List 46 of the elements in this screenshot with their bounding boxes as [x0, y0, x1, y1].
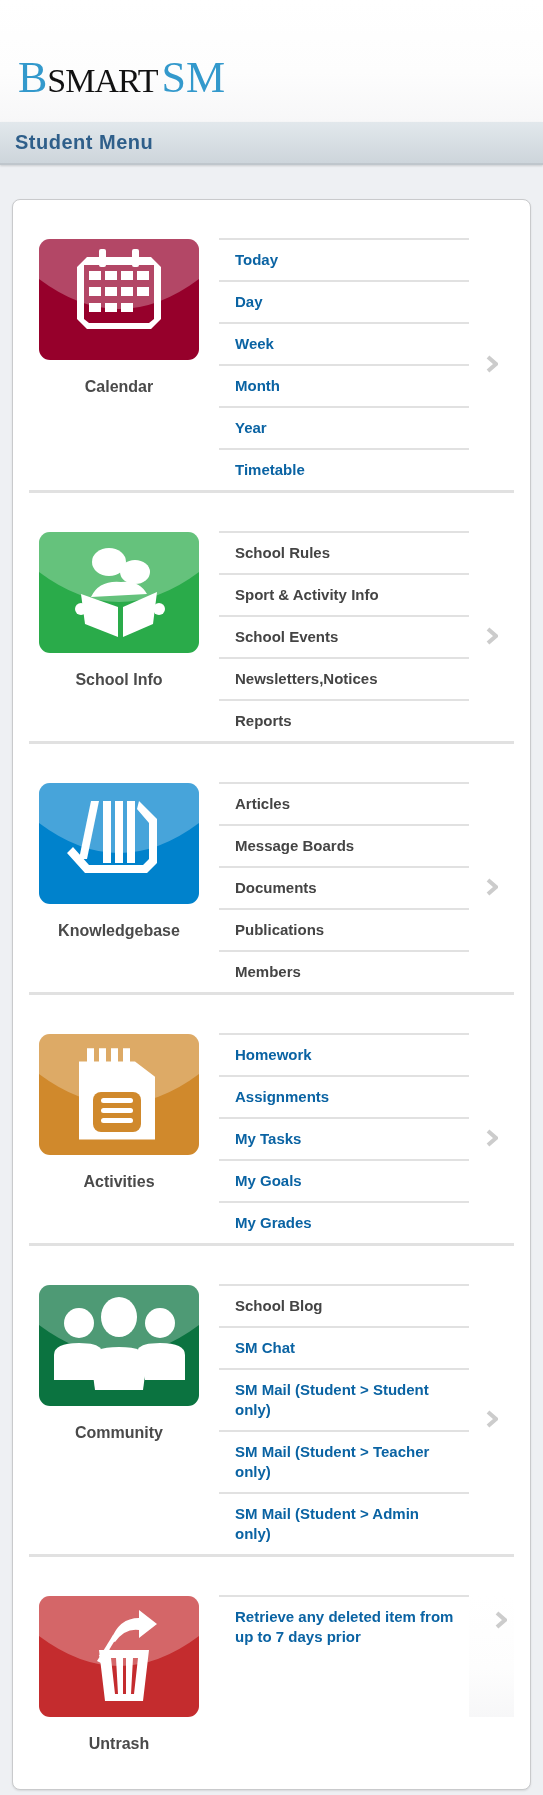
menu-link[interactable]: Timetable	[219, 448, 469, 490]
chevron-right-icon[interactable]	[485, 355, 498, 373]
chevron-right-icon[interactable]	[485, 1129, 498, 1147]
menu-link[interactable]: My Tasks	[219, 1117, 469, 1159]
section-label: Community	[75, 1424, 163, 1442]
logo: BSMARTSM	[18, 56, 226, 100]
untrash-tile-icon[interactable]	[39, 1596, 199, 1717]
menu-link[interactable]: School Rules	[219, 531, 469, 573]
menu-link[interactable]: Message Boards	[219, 824, 469, 866]
chevron-right-icon[interactable]	[485, 627, 498, 645]
menu-link[interactable]: Year	[219, 406, 469, 448]
section-label: Knowledgebase	[58, 922, 180, 940]
section-label: Activities	[83, 1173, 155, 1191]
menu-link[interactable]: Today	[219, 238, 469, 280]
menu-link[interactable]: Documents	[219, 866, 469, 908]
menu-link[interactable]: My Goals	[219, 1159, 469, 1201]
reader-tile-icon[interactable]	[39, 532, 199, 653]
menu-link[interactable]: School Events	[219, 615, 469, 657]
menu-title: Student Menu	[15, 131, 154, 154]
menu-link[interactable]: Articles	[219, 782, 469, 824]
chevron-right-icon[interactable]	[485, 1410, 498, 1428]
menu-link[interactable]: Newsletters,Notices	[219, 657, 469, 699]
memo-tile-icon[interactable]	[39, 1034, 199, 1155]
menu-link[interactable]: My Grades	[219, 1201, 469, 1243]
menu-link[interactable]: Members	[219, 950, 469, 992]
menu-link[interactable]: Day	[219, 280, 469, 322]
section-label: Untrash	[88, 1735, 150, 1753]
menu-link[interactable]: SM Mail (Student > Student only)	[219, 1368, 469, 1430]
menu-link[interactable]: Assignments	[219, 1075, 469, 1117]
group-tile-icon[interactable]	[39, 1285, 199, 1406]
menu-link[interactable]: Week	[219, 322, 469, 364]
menu-link[interactable]: Reports	[219, 699, 469, 741]
calendar-tile-icon[interactable]	[39, 239, 199, 360]
menu-link[interactable]: Sport & Activity Info	[219, 573, 469, 615]
menu-link[interactable]: SM Mail (Student > Admin only)	[219, 1492, 469, 1554]
menu-link[interactable]: Homework	[219, 1033, 469, 1075]
menu-link[interactable]: SM Chat	[219, 1326, 469, 1368]
menu-link[interactable]: SM Mail (Student > Teacher only)	[219, 1430, 469, 1492]
library-tile-icon[interactable]	[39, 783, 199, 904]
section-label: Calendar	[84, 378, 154, 396]
menu-link[interactable]: Month	[219, 364, 469, 406]
chevron-right-icon[interactable]	[494, 1611, 507, 1629]
menu-link[interactable]: School Blog	[219, 1284, 469, 1326]
section-label: School Info	[75, 671, 163, 689]
menu-link[interactable]: Publications	[219, 908, 469, 950]
chevron-right-icon[interactable]	[485, 878, 498, 896]
